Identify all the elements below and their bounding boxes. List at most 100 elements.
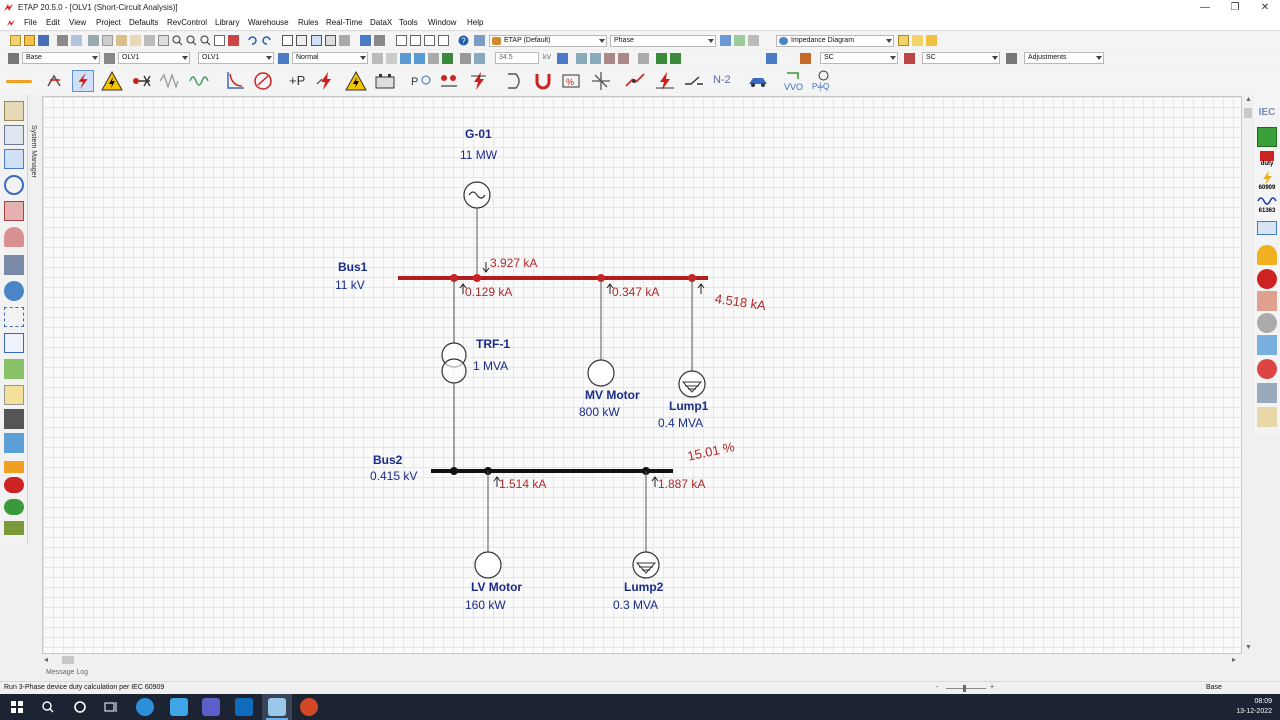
mv-motor-symbol[interactable] <box>587 359 615 387</box>
ground-icon[interactable] <box>4 175 24 195</box>
std-61363-label[interactable]: 61363 <box>1254 208 1280 214</box>
system-clock[interactable]: 08:09 13-12-2022 <box>1212 697 1272 717</box>
check-icon[interactable] <box>228 35 239 46</box>
magnet-icon[interactable] <box>532 70 554 92</box>
globe-icon[interactable] <box>4 281 24 301</box>
hyperlink-icon[interactable] <box>339 35 350 46</box>
edge-icon[interactable] <box>136 698 154 716</box>
bus3-icon[interactable] <box>604 53 615 64</box>
copy-layout-icon[interactable] <box>372 53 383 64</box>
pan-icon[interactable] <box>130 35 141 46</box>
copy-icon[interactable] <box>102 35 113 46</box>
bus2-icon[interactable] <box>590 53 601 64</box>
menu-defaults[interactable]: Defaults <box>129 18 158 27</box>
zoom-icon[interactable] <box>158 35 169 46</box>
lump2-symbol[interactable] <box>632 551 660 579</box>
view-select[interactable]: Impedance Diagram <box>776 35 894 47</box>
project-view-icon[interactable] <box>4 101 24 121</box>
close-button[interactable]: ✕ <box>1250 0 1280 16</box>
optimal-power-flow-icon[interactable]: +P <box>287 70 309 92</box>
print-icon[interactable] <box>57 35 68 46</box>
menu-real-time[interactable]: Real-Time <box>326 18 363 27</box>
scroll-right-icon[interactable]: ▸ <box>1232 655 1236 664</box>
vertical-scrollbar[interactable]: ▲ ▼ <box>1242 96 1254 654</box>
print-preview-icon[interactable] <box>71 35 82 46</box>
adjustments-select[interactable]: Adjustments <box>1024 52 1104 64</box>
ok-tool-icon[interactable] <box>4 499 24 515</box>
stop-icon[interactable] <box>1257 269 1277 289</box>
transformer-secondary-winding[interactable] <box>441 358 467 384</box>
continuity-icon[interactable] <box>325 35 336 46</box>
protective-device-icon[interactable] <box>224 70 246 92</box>
menu-rules[interactable]: Rules <box>298 18 318 27</box>
table4-icon[interactable] <box>438 35 449 46</box>
cut-icon[interactable] <box>88 35 99 46</box>
ground-grid-icon[interactable] <box>504 70 526 92</box>
zoom-in-button[interactable]: + <box>990 684 994 691</box>
select-icon[interactable] <box>144 35 155 46</box>
text-box-icon[interactable] <box>282 35 293 46</box>
zoom-slider-thumb[interactable] <box>963 685 966 692</box>
notes-icon[interactable] <box>1257 407 1277 427</box>
dc-short-circuit-icon[interactable] <box>315 70 337 92</box>
clear-icon[interactable] <box>1257 359 1277 379</box>
show-grid-icon[interactable] <box>311 35 322 46</box>
unbalanced-short-circuit-icon[interactable] <box>468 70 490 92</box>
switch-icon[interactable] <box>683 70 705 92</box>
edit-mode-icon[interactable] <box>4 70 34 92</box>
menu-view[interactable]: View <box>69 18 86 27</box>
zoom-fit-icon[interactable] <box>200 35 211 46</box>
voltage-input[interactable]: 34.5 <box>495 52 539 64</box>
report-icon[interactable] <box>1257 221 1277 235</box>
menu-warehouse[interactable]: Warehouse <box>248 18 289 27</box>
minimize-button[interactable]: — <box>1190 0 1220 16</box>
run-short-circuit-icon[interactable] <box>1257 127 1277 147</box>
cortana-icon[interactable] <box>71 698 89 716</box>
theme-icon[interactable] <box>720 35 731 46</box>
horizontal-scrollbar[interactable]: ◂ ▸ <box>42 654 1242 666</box>
system-manager-tab[interactable]: System Manager <box>28 95 42 205</box>
dome-icon[interactable] <box>4 227 24 247</box>
message-log-tab[interactable]: Message Log <box>46 669 88 676</box>
zoom-window-icon[interactable] <box>214 35 225 46</box>
cable-tray-icon[interactable] <box>4 255 24 275</box>
harmonics-icon[interactable] <box>158 70 180 92</box>
unbalanced-load-flow-icon[interactable]: P <box>410 70 432 92</box>
battery-sizing-icon[interactable] <box>374 70 396 92</box>
table2-icon[interactable] <box>410 35 421 46</box>
search-icon[interactable] <box>39 698 57 716</box>
menu-help[interactable]: Help <box>467 18 483 27</box>
loading-select[interactable]: Normal <box>292 52 368 64</box>
help-icon[interactable]: ? <box>458 35 469 46</box>
pq-button[interactable]: P╪Q <box>812 70 836 92</box>
green-flag-icon[interactable] <box>442 53 453 64</box>
open-icon[interactable] <box>24 35 35 46</box>
menu-tools[interactable]: Tools <box>399 18 418 27</box>
context-help-icon[interactable] <box>474 35 485 46</box>
grid-layout-icon[interactable] <box>386 53 397 64</box>
motor-acceleration-icon[interactable] <box>130 70 152 92</box>
grid-icon[interactable] <box>296 35 307 46</box>
gauge-icon[interactable] <box>460 53 471 64</box>
wave-icon[interactable] <box>1257 195 1277 207</box>
presentation-select[interactable]: OLV1 <box>118 52 190 64</box>
reliability-icon[interactable] <box>252 70 274 92</box>
bus-icon[interactable] <box>576 53 587 64</box>
edit-theme-icon[interactable] <box>734 35 745 46</box>
control-icon[interactable] <box>4 333 24 353</box>
panel-icon[interactable] <box>4 201 24 221</box>
compare-icon[interactable] <box>1257 313 1277 333</box>
windows-start-icon[interactable] <box>8 698 26 716</box>
scroll-up-icon[interactable]: ▲ <box>1245 96 1252 103</box>
green-tool2-icon[interactable] <box>670 53 681 64</box>
contingency-icon[interactable]: % <box>560 70 582 92</box>
load-flow-icon[interactable] <box>44 70 66 92</box>
redo-icon[interactable] <box>261 35 272 46</box>
one-line-icon[interactable] <box>4 125 24 145</box>
dc-arc-flash-icon[interactable] <box>345 70 367 92</box>
zoom-slider-track[interactable] <box>946 688 986 689</box>
menu-edit[interactable]: Edit <box>46 18 60 27</box>
zoom-in-icon[interactable] <box>172 35 183 46</box>
outlook-icon[interactable] <box>235 698 253 716</box>
etap-menu-icon[interactable] <box>6 18 16 28</box>
